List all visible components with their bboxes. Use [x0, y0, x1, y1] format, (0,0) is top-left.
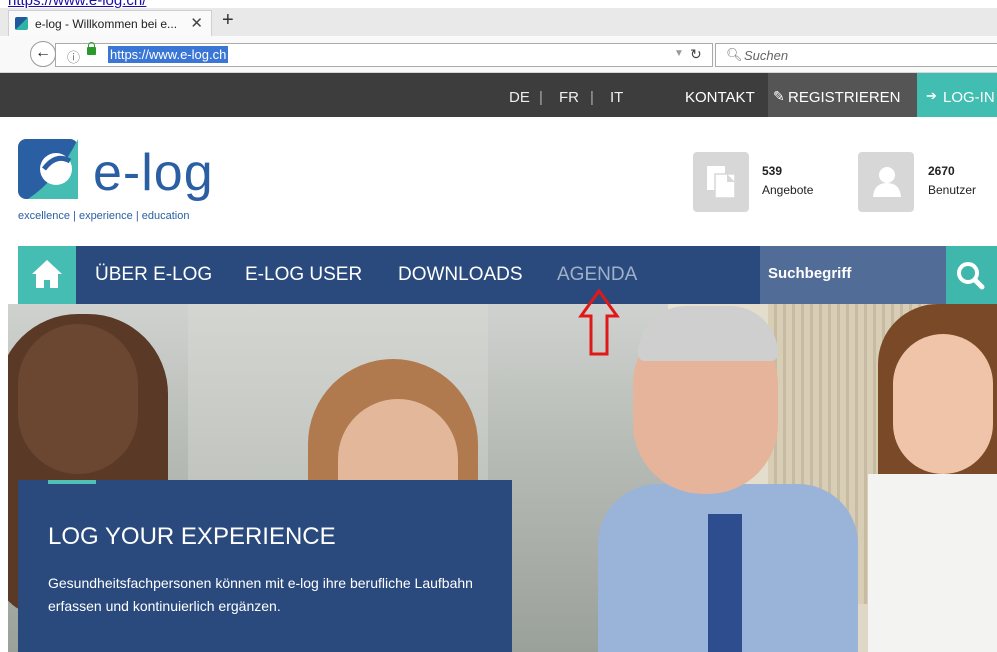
- offers-badge-icon: [693, 152, 749, 212]
- lock-icon[interactable]: [87, 42, 96, 55]
- lang-it[interactable]: IT: [610, 89, 623, 106]
- offers-count: 539: [762, 164, 783, 178]
- hero-heading: LOG YOUR EXPERIENCE: [48, 523, 336, 550]
- offers-label: Angebote: [762, 183, 814, 197]
- users-badge-icon: [858, 152, 914, 212]
- lang-separator: |: [539, 89, 543, 106]
- url-text[interactable]: https://www.e-log.ch: [108, 46, 229, 63]
- info-icon[interactable]: ⓘ: [67, 47, 80, 66]
- lang-fr[interactable]: FR: [559, 89, 579, 106]
- search-icon: [957, 262, 985, 290]
- nav-item-agenda[interactable]: AGENDA: [557, 264, 637, 286]
- browser-search-placeholder: Suchen: [744, 48, 789, 63]
- hero-card: LOG YOUR EXPERIENCE Gesundheitsfachperso…: [18, 480, 512, 652]
- users-count: 2670: [928, 164, 955, 178]
- logo-text[interactable]: e-log: [93, 143, 214, 203]
- search-icon: 🔍︎: [726, 47, 743, 62]
- nav-item-downloads[interactable]: DOWNLOADS: [398, 264, 523, 286]
- annotation-arrow-icon: [578, 288, 620, 363]
- home-icon: [32, 260, 62, 288]
- hero-text: Gesundheitsfachpersonen können mit e-log…: [48, 575, 473, 614]
- browser-tab[interactable]: e-log - Willkommen bei e... ✕: [8, 10, 212, 36]
- pencil-icon: ✎: [773, 88, 785, 104]
- logo-icon[interactable]: [18, 139, 78, 199]
- site-search-button[interactable]: [946, 246, 997, 304]
- reload-icon[interactable]: ↻: [690, 46, 702, 63]
- hero-accent-line: [48, 480, 96, 484]
- register-label: REGISTRIEREN: [788, 89, 901, 106]
- home-button[interactable]: [18, 246, 76, 304]
- favicon-icon: [15, 17, 28, 30]
- lang-separator: |: [590, 89, 594, 106]
- login-button[interactable]: ➔ LOG-IN: [917, 73, 997, 117]
- sign-in-icon: ➔: [926, 88, 937, 103]
- back-button[interactable]: ←: [30, 41, 56, 67]
- tagline: excellence | experience | education: [18, 210, 190, 222]
- new-tab-icon[interactable]: +: [222, 9, 234, 32]
- register-button[interactable]: ✎ REGISTRIEREN: [768, 73, 917, 117]
- close-tab-icon[interactable]: ✕: [190, 14, 203, 32]
- users-label: Benutzer: [928, 183, 977, 197]
- lang-de[interactable]: DE: [509, 89, 530, 106]
- site-search-input[interactable]: Suchbegriff: [760, 246, 946, 304]
- contact-link[interactable]: KONTAKT: [685, 89, 755, 106]
- nav-item-about[interactable]: ÜBER E-LOG: [95, 264, 212, 286]
- browser-search-input[interactable]: 🔍︎ Suchen: [715, 43, 997, 67]
- login-label: LOG-IN: [943, 89, 995, 106]
- tab-title: e-log - Willkommen bei e...: [35, 17, 178, 31]
- url-dropdown-icon[interactable]: ▼: [674, 48, 684, 59]
- site-search-placeholder: Suchbegriff: [768, 265, 852, 282]
- nav-item-users[interactable]: E-LOG USER: [245, 264, 362, 286]
